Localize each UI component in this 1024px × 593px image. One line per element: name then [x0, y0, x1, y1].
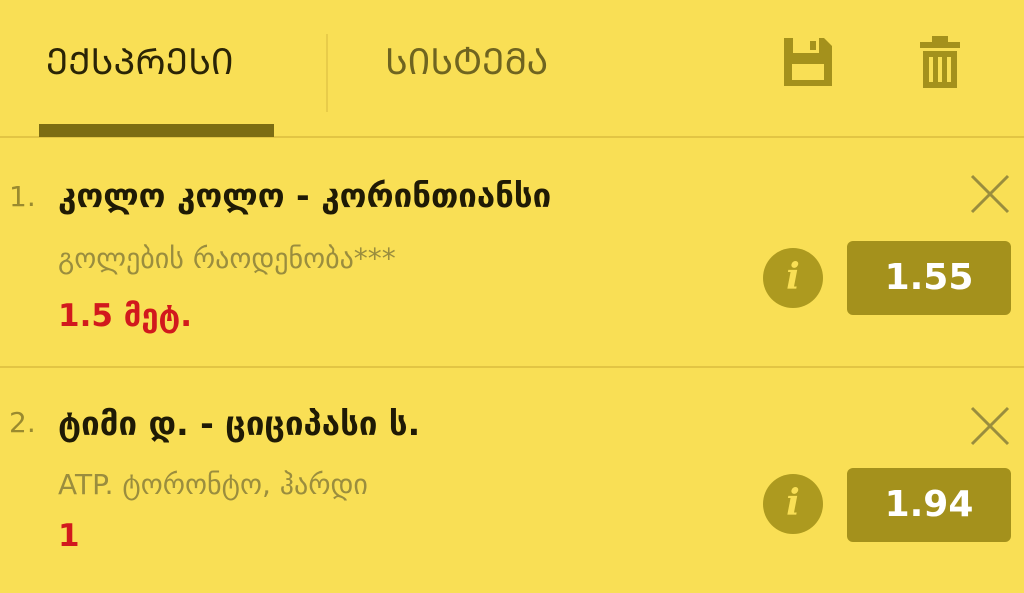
bet-pick: 1: [58, 518, 80, 554]
info-icon-glyph: i: [786, 256, 800, 298]
tab-express[interactable]: ᲔᲥᲡᲞᲠᲔᲡᲘ: [46, 38, 234, 88]
bet-row: 2. ტიმი დ. - ციციპასი ს. ATP. ტორონტო, ჰ…: [0, 368, 1024, 593]
save-icon[interactable]: [780, 34, 836, 90]
betslip-header: ᲔᲥᲡᲞᲠᲔᲡᲘ ᲡᲘᲡᲢᲔᲛᲐ: [0, 0, 1024, 138]
tab-system[interactable]: ᲡᲘᲡᲢᲔᲛᲐ: [385, 38, 548, 88]
info-icon[interactable]: i: [763, 474, 823, 534]
bet-number: 2.: [9, 406, 36, 439]
bet-market: ATP. ტორონტო, ჰარდი: [58, 468, 368, 501]
bet-event-title: კოლო კოლო - კორინთიანსი: [58, 176, 552, 215]
odds-button[interactable]: 1.55: [847, 241, 1011, 315]
info-icon[interactable]: i: [763, 248, 823, 308]
info-icon-glyph: i: [786, 482, 800, 524]
bet-event-title: ტიმი დ. - ციციპასი ს.: [58, 404, 421, 443]
active-tab-indicator: [39, 124, 274, 137]
bet-market: გოლების რაოდენობა***: [58, 242, 396, 275]
bet-row: 1. კოლო კოლო - კორინთიანსი გოლების რაოდე…: [0, 138, 1024, 368]
trash-icon[interactable]: [912, 34, 968, 90]
close-icon[interactable]: [968, 404, 1012, 448]
tab-divider: [326, 34, 328, 112]
bet-number: 1.: [9, 180, 36, 213]
odds-button[interactable]: 1.94: [847, 468, 1011, 542]
close-icon[interactable]: [968, 172, 1012, 216]
bet-pick: 1.5 მეტ.: [58, 298, 193, 334]
betslip: ᲔᲥᲡᲞᲠᲔᲡᲘ ᲡᲘᲡᲢᲔᲛᲐ 1. კოლო კოლო - კორინთია…: [0, 0, 1024, 593]
